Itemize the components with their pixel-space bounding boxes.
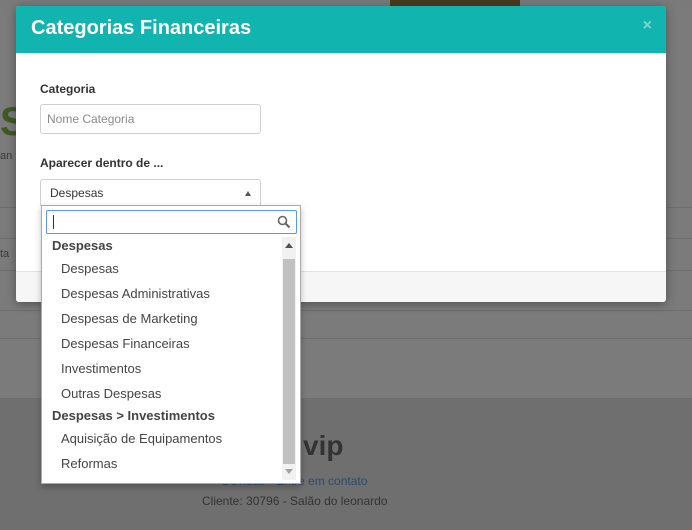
dropdown-search-input[interactable] bbox=[47, 211, 269, 233]
dropdown-options-list: Despesas Despesas Despesas Administrativ… bbox=[42, 236, 281, 483]
text-caret bbox=[53, 215, 54, 229]
background-client-info: Cliente: 30796 - Salão do leonardo bbox=[202, 494, 388, 508]
option-item[interactable]: Despesas de Marketing bbox=[42, 306, 281, 331]
parent-category-dropdown: Despesas Despesas Despesas Administrativ… bbox=[41, 205, 301, 484]
option-item[interactable]: Investimentos bbox=[42, 356, 281, 381]
option-item[interactable]: Aquisição de Equipamentos bbox=[42, 426, 281, 451]
search-icon bbox=[277, 215, 291, 229]
background-brand-logo: vip bbox=[303, 430, 344, 461]
option-group-label: Despesas bbox=[52, 238, 113, 253]
option-item[interactable]: Despesas bbox=[42, 256, 281, 281]
parent-category-selected: Despesas bbox=[50, 186, 104, 200]
option-item[interactable]: Despesas Administrativas bbox=[42, 281, 281, 306]
option-item[interactable]: Reformas bbox=[42, 451, 281, 476]
option-group-label: Despesas > Investimentos bbox=[52, 408, 215, 423]
scroll-down-icon[interactable] bbox=[285, 469, 293, 474]
option-item[interactable]: Despesas Financeiras bbox=[42, 331, 281, 356]
scroll-up-icon[interactable] bbox=[285, 243, 293, 248]
modal-title: Categorias Financeiras bbox=[31, 17, 252, 39]
background-text-fragment: ta bbox=[0, 248, 10, 260]
parent-category-select[interactable]: Despesas bbox=[40, 179, 261, 206]
category-label: Categoria bbox=[40, 82, 96, 96]
select-arrow-icon bbox=[245, 191, 251, 196]
background-text-fragment: an bbox=[0, 150, 13, 162]
category-name-input[interactable] bbox=[40, 104, 261, 134]
scrollbar-thumb[interactable] bbox=[283, 259, 295, 464]
modal-header: Categorias Financeiras × bbox=[16, 6, 666, 53]
option-item[interactable]: Outras Despesas bbox=[42, 381, 281, 406]
close-icon[interactable]: × bbox=[643, 17, 652, 35]
parent-category-label: Aparecer dentro de ... bbox=[40, 156, 164, 170]
dropdown-scrollbar[interactable] bbox=[282, 237, 296, 480]
dropdown-search-field[interactable] bbox=[46, 210, 297, 234]
